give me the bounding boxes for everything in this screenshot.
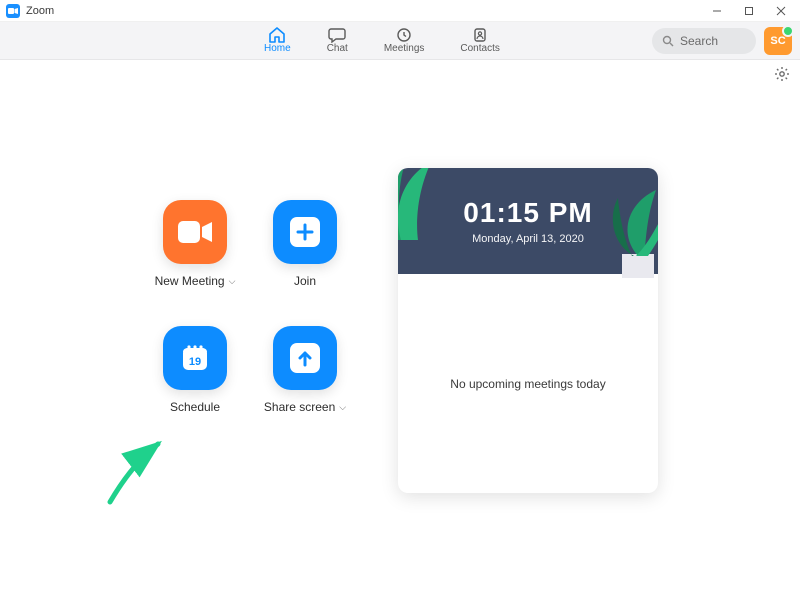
header: Home Chat Meetings Contacts Search SC [0, 22, 800, 60]
clock-time: 01:15 PM [463, 197, 592, 229]
search-icon [662, 35, 674, 47]
svg-text:19: 19 [189, 356, 201, 368]
join-button[interactable]: Join [250, 200, 360, 288]
share-screen-icon [290, 343, 320, 373]
search-placeholder: Search [680, 34, 718, 48]
upcoming-panel: 01:15 PM Monday, April 13, 2020 No upcom… [398, 168, 658, 493]
video-icon [178, 221, 212, 243]
panel-header: 01:15 PM Monday, April 13, 2020 [398, 168, 658, 274]
titlebar: Zoom [0, 0, 800, 22]
tab-label: Meetings [384, 43, 425, 54]
avatar-initials: SC [770, 35, 785, 47]
search-input[interactable]: Search [652, 28, 756, 54]
actions-grid: New Meeting⌵ Join 19 Schedule S [140, 200, 360, 414]
tab-label: Chat [327, 43, 348, 54]
empty-meetings-text: No upcoming meetings today [450, 377, 605, 391]
tab-label: Home [264, 43, 291, 54]
action-label: Join [294, 274, 316, 288]
window-controls [710, 4, 794, 18]
maximize-button[interactable] [742, 4, 756, 18]
chevron-down-icon: ⌵ [229, 276, 236, 287]
tab-contacts[interactable]: Contacts [456, 25, 503, 56]
plant-decoration [398, 168, 446, 240]
home-icon [268, 27, 286, 43]
action-label: New Meeting [155, 274, 225, 288]
minimize-button[interactable] [710, 4, 724, 18]
clock-date: Monday, April 13, 2020 [472, 233, 584, 245]
clock-icon [395, 27, 413, 43]
chevron-down-icon: ⌵ [339, 402, 346, 413]
tab-home[interactable]: Home [260, 25, 295, 56]
action-label: Share screen [264, 400, 335, 414]
chat-icon [328, 27, 346, 43]
avatar[interactable]: SC [764, 27, 792, 55]
app-icon [6, 4, 20, 18]
share-screen-button[interactable]: Share screen ⌵ [250, 326, 360, 414]
new-meeting-button[interactable]: New Meeting ⌵ [140, 200, 250, 288]
action-label: Schedule [170, 400, 220, 414]
contacts-icon [471, 27, 489, 43]
schedule-button[interactable]: 19 Schedule [140, 326, 250, 414]
close-button[interactable] [774, 4, 788, 18]
nav-tabs: Home Chat Meetings Contacts [260, 25, 504, 56]
plant-decoration [598, 188, 658, 278]
tab-label: Contacts [460, 43, 499, 54]
main: New Meeting⌵ Join 19 Schedule S [0, 60, 800, 601]
annotation-arrow [104, 438, 174, 508]
tab-chat[interactable]: Chat [323, 25, 352, 56]
plus-icon [290, 217, 320, 247]
window-title: Zoom [26, 5, 54, 17]
tab-meetings[interactable]: Meetings [380, 25, 429, 56]
calendar-icon: 19 [180, 343, 210, 373]
